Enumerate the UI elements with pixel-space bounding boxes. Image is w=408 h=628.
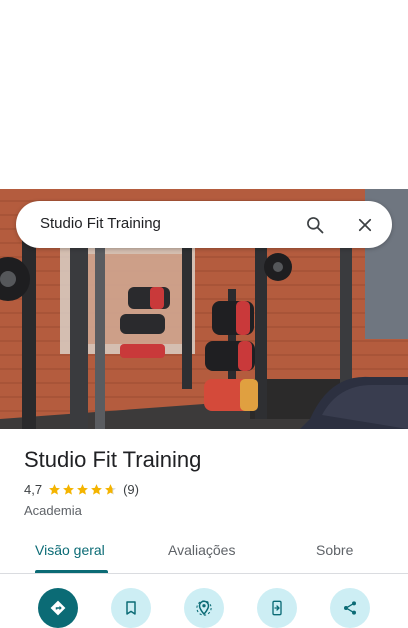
tab-about[interactable]: Sobre bbox=[316, 542, 353, 558]
search-button[interactable] bbox=[302, 212, 328, 238]
share-button[interactable] bbox=[330, 588, 370, 628]
rating-row[interactable]: 4,7 (9) bbox=[24, 482, 139, 497]
tab-bar: Visão geral Avaliações Sobre bbox=[0, 530, 408, 574]
search-query-text[interactable]: Studio Fit Training bbox=[40, 215, 161, 232]
tabs-divider bbox=[0, 573, 408, 574]
search-bar[interactable]: Studio Fit Training bbox=[16, 201, 392, 248]
directions-button[interactable] bbox=[38, 588, 78, 628]
tab-overview[interactable]: Visão geral bbox=[35, 542, 105, 558]
bookmark-icon bbox=[126, 601, 136, 615]
close-icon bbox=[358, 218, 372, 232]
share-icon bbox=[344, 601, 356, 615]
half-star-icon bbox=[105, 484, 116, 495]
star-icon bbox=[77, 484, 88, 495]
directions-icon bbox=[50, 600, 66, 616]
tab-reviews[interactable]: Avaliações bbox=[168, 542, 235, 558]
star-icon bbox=[63, 484, 74, 495]
review-count[interactable]: (9) bbox=[123, 482, 139, 497]
star-icon bbox=[49, 484, 60, 495]
action-bar bbox=[0, 588, 408, 628]
save-button[interactable] bbox=[111, 588, 151, 628]
rating-value: 4,7 bbox=[24, 482, 43, 497]
nearby-icon bbox=[196, 600, 212, 616]
search-icon bbox=[307, 217, 324, 234]
clear-search-button[interactable] bbox=[352, 212, 378, 238]
send-to-phone-icon bbox=[272, 600, 282, 616]
place-category[interactable]: Academia bbox=[24, 503, 82, 518]
place-title: Studio Fit Training bbox=[24, 447, 202, 472]
star-icon bbox=[91, 484, 102, 495]
nearby-button[interactable] bbox=[184, 588, 224, 628]
rating-stars bbox=[48, 483, 117, 496]
send-to-phone-button[interactable] bbox=[257, 588, 297, 628]
